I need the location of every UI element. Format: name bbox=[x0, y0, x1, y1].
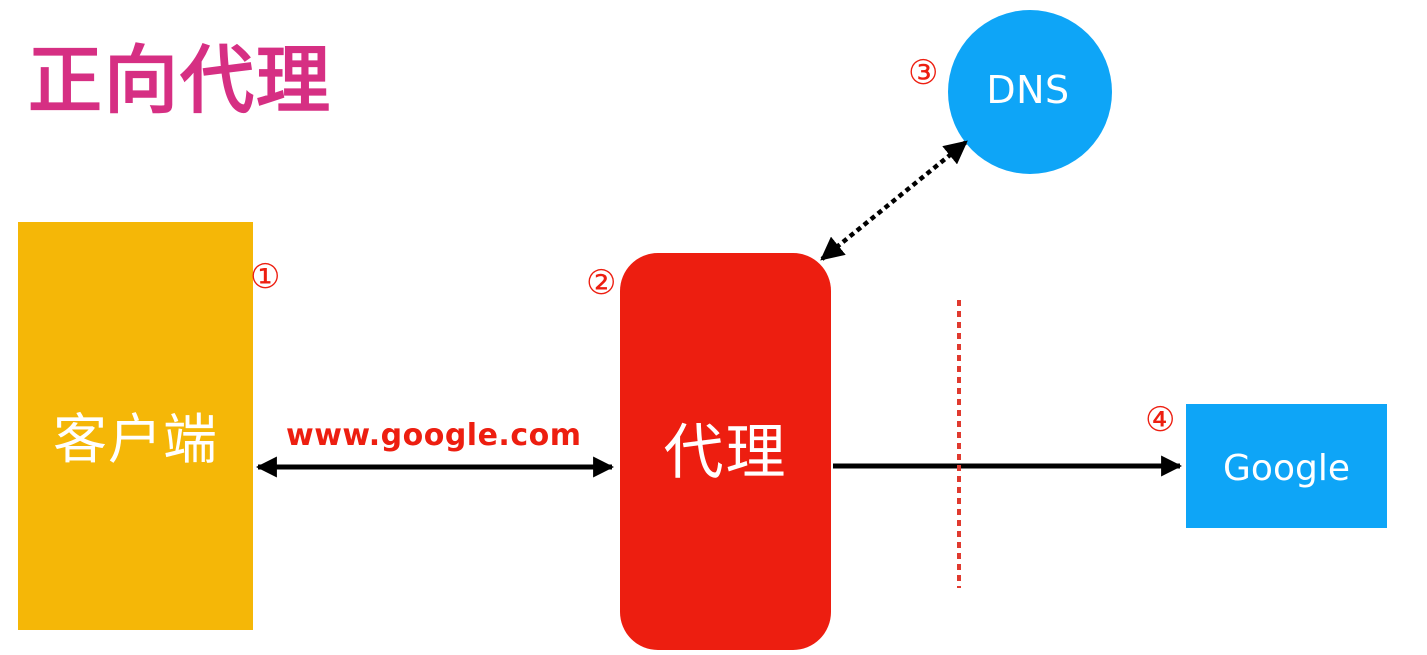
client-node: 客户端 bbox=[18, 222, 253, 630]
google-node: Google bbox=[1186, 404, 1387, 528]
step-4-marker: ④ bbox=[1145, 400, 1176, 440]
dns-label: DNS bbox=[986, 68, 1070, 112]
proxy-dns-dotted-arrow bbox=[820, 140, 968, 261]
step-3-marker: ③ bbox=[908, 53, 939, 93]
client-label: 客户端 bbox=[53, 407, 218, 471]
diagram-title: 正向代理 bbox=[28, 38, 332, 124]
forward-proxy-diagram: 正向代理 客户端 代理 DNS Google ① ② ③ ④ www.googl… bbox=[0, 0, 1427, 655]
proxy-node: 代理 bbox=[620, 253, 831, 650]
step-1-marker: ① bbox=[250, 257, 281, 297]
proxy-label: 代理 bbox=[663, 418, 788, 488]
google-label: Google bbox=[1223, 447, 1350, 489]
request-url-label: www.google.com bbox=[286, 418, 582, 453]
step-2-marker: ② bbox=[586, 263, 617, 303]
dns-node: DNS bbox=[948, 10, 1112, 174]
